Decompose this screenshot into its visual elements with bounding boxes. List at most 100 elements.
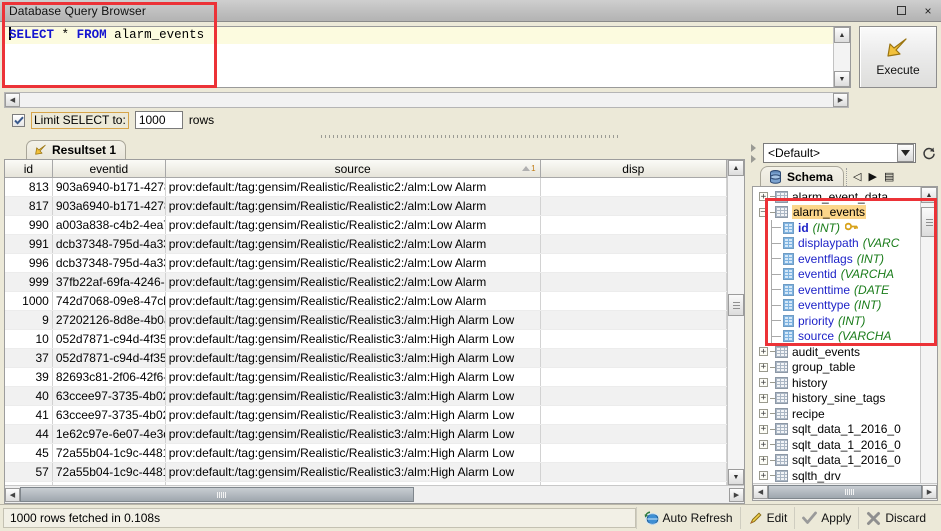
scroll-track[interactable] — [728, 316, 744, 469]
cell-eventid[interactable]: 903a6940-b171-4278-9f70-2aec1... — [52, 197, 165, 216]
cell-disp[interactable] — [540, 197, 726, 216]
list-icon[interactable]: ▤ — [884, 172, 894, 183]
cell-source[interactable]: prov:default:/tag:gensim/Realistic/Reali… — [165, 216, 540, 235]
table-row[interactable]: 4572a55b04-1c9c-4481-a7d7-80a4...prov:de… — [5, 444, 727, 463]
pane-collapse-arrows-icon[interactable] — [751, 143, 759, 163]
schema-tree-vertical-scrollbar[interactable]: ▲ ▼ — [920, 187, 937, 500]
expand-icon[interactable]: + — [759, 192, 768, 201]
cell-eventid[interactable]: 742d7068-09e8-47cb-b056-acd7f... — [52, 292, 165, 311]
cell-source[interactable]: prov:default:/tag:gensim/Realistic/Reali… — [165, 406, 540, 425]
scroll-up-icon[interactable]: ▲ — [834, 27, 850, 43]
back-arrow-icon[interactable]: ◁ — [853, 172, 861, 183]
table-row[interactable]: 4163ccee97-3735-4b02-9ac0-e9622...prov:d… — [5, 406, 727, 425]
schema-tree-horizontal-scrollbar[interactable]: ◀ ▶ — [753, 483, 937, 500]
expand-icon[interactable]: + — [759, 471, 768, 480]
cell-id[interactable]: 57 — [5, 463, 52, 482]
cell-id[interactable]: 39 — [5, 368, 52, 387]
tree-node-column[interactable]: displaypath(VARC — [753, 236, 920, 252]
tree-node-table[interactable]: +audit_events — [753, 344, 920, 360]
expand-icon[interactable]: + — [759, 425, 768, 434]
cell-id[interactable]: 37 — [5, 349, 52, 368]
table-row[interactable]: 817903a6940-b171-4278-9f70-2aec1...prov:… — [5, 197, 727, 216]
auto-refresh-button[interactable]: Auto Refresh — [636, 507, 740, 529]
cell-eventid[interactable]: 63ccee97-3735-4b02-9ac0-e9622... — [52, 406, 165, 425]
cell-source[interactable]: prov:default:/tag:gensim/Realistic/Reali… — [165, 463, 540, 482]
cell-eventid[interactable]: 63ccee97-3735-4b02-9ac0-e9622... — [52, 387, 165, 406]
tree-node-column[interactable]: eventtime(DATE — [753, 282, 920, 298]
refresh-icon[interactable] — [920, 143, 938, 163]
cell-eventid[interactable]: 27202126-8d8e-4b0a-ad8d-faa72... — [52, 311, 165, 330]
table-row[interactable]: 99937fb22af-69fa-4246-bfc4-f9ace26...pro… — [5, 273, 727, 292]
cell-disp[interactable] — [540, 273, 726, 292]
scroll-track[interactable] — [834, 43, 850, 71]
cell-id[interactable]: 1000 — [5, 292, 52, 311]
cell-eventid[interactable]: 052d7871-c94d-4f35-9ecd-38701... — [52, 330, 165, 349]
cell-source[interactable]: prov:default:/tag:gensim/Realistic/Reali… — [165, 349, 540, 368]
scroll-thumb[interactable] — [921, 207, 937, 237]
cell-eventid[interactable]: 052d7871-c94d-4f35-9ecd-38701... — [52, 349, 165, 368]
cell-disp[interactable] — [540, 292, 726, 311]
cell-source[interactable]: prov:default:/tag:gensim/Realistic/Reali… — [165, 444, 540, 463]
cell-eventid[interactable]: dcb37348-795d-4a33-9a87-97f36... — [52, 254, 165, 273]
split-pane-divider[interactable] — [0, 132, 941, 139]
scroll-up-icon[interactable]: ▲ — [921, 187, 937, 203]
table-row[interactable]: 3982693c81-2f06-42f6-806a-8072e...prov:d… — [5, 368, 727, 387]
tree-node-table[interactable]: +history — [753, 375, 920, 391]
cell-source[interactable]: prov:default:/tag:gensim/Realistic/Reali… — [165, 368, 540, 387]
tree-node-table[interactable]: +sqlt_data_1_2016_0 — [753, 453, 920, 469]
column-header-disp[interactable]: disp — [540, 160, 726, 178]
cell-eventid[interactable]: 903a6940-b171-4278-9f70-2aec1... — [52, 178, 165, 197]
scroll-down-icon[interactable]: ▼ — [834, 71, 850, 87]
cell-disp[interactable] — [540, 444, 726, 463]
cell-eventid[interactable]: 72a55b04-1c9c-4481-a7d7-80a4... — [52, 444, 165, 463]
cell-disp[interactable] — [540, 387, 726, 406]
cell-id[interactable]: 41 — [5, 406, 52, 425]
table-row[interactable]: 4063ccee97-3735-4b02-9ac0-e9622...prov:d… — [5, 387, 727, 406]
cell-source[interactable]: prov:default:/tag:gensim/Realistic/Reali… — [165, 425, 540, 444]
cell-eventid[interactable]: 1e62c97e-6e07-4e3d-a21e-7418... — [52, 425, 165, 444]
cell-disp[interactable] — [540, 368, 726, 387]
cell-disp[interactable] — [540, 216, 726, 235]
cell-disp[interactable] — [540, 406, 726, 425]
cell-disp[interactable] — [540, 254, 726, 273]
discard-button[interactable]: Discard — [858, 507, 933, 529]
column-header-source[interactable]: source 1 — [165, 160, 540, 178]
tree-node-column[interactable]: eventtype(INT) — [753, 298, 920, 314]
scroll-thumb-horizontal[interactable] — [20, 487, 414, 502]
scroll-left-icon[interactable]: ◀ — [5, 93, 20, 107]
tree-node-table[interactable]: +sqlt_data_1_2016_0 — [753, 437, 920, 453]
forward-arrow-icon[interactable]: ▶ — [869, 172, 877, 183]
cell-id[interactable]: 990 — [5, 216, 52, 235]
cell-disp[interactable] — [540, 178, 726, 197]
cell-source[interactable]: prov:default:/tag:gensim/Realistic/Reali… — [165, 311, 540, 330]
tree-node-column[interactable]: eventid(VARCHA — [753, 267, 920, 283]
tree-node-table[interactable]: +alarm_event_data — [753, 189, 920, 205]
cell-eventid[interactable]: 82693c81-2f06-42f6-806a-8072e... — [52, 368, 165, 387]
cell-source[interactable]: prov:default:/tag:gensim/Realistic/Reali… — [165, 387, 540, 406]
expand-icon[interactable]: + — [759, 409, 768, 418]
cell-disp[interactable] — [540, 349, 726, 368]
scroll-track[interactable] — [921, 237, 937, 484]
tree-node-column[interactable]: priority(INT) — [753, 313, 920, 329]
scroll-right-icon[interactable]: ▶ — [833, 93, 848, 107]
cell-id[interactable]: 9 — [5, 311, 52, 330]
expand-icon[interactable]: + — [759, 363, 768, 372]
resultset-horizontal-scrollbar[interactable]: ◀ ▶ — [5, 485, 744, 503]
table-row[interactable]: 10052d7871-c94d-4f35-9ecd-38701...prov:d… — [5, 330, 727, 349]
sql-editor-horizontal-scrollbar[interactable]: ◀ ▶ — [4, 92, 849, 108]
cell-eventid[interactable]: 72a55b04-1c9c-4481-a7d7-80a4... — [52, 463, 165, 482]
table-row[interactable]: 991dcb37348-795d-4a33-9a87-97f36...prov:… — [5, 235, 727, 254]
execute-button[interactable]: Execute — [859, 26, 937, 88]
sql-editor[interactable]: SELECT * FROM alarm_events ▲ ▼ — [4, 26, 851, 88]
tree-node-column[interactable]: source(VARCHA — [753, 329, 920, 345]
cell-disp[interactable] — [540, 463, 726, 482]
chevron-down-icon[interactable] — [897, 144, 914, 162]
scroll-left-icon[interactable]: ◀ — [753, 485, 768, 499]
scroll-right-icon[interactable]: ▶ — [922, 485, 937, 499]
sql-editor-text[interactable]: SELECT * FROM alarm_events — [5, 27, 833, 87]
table-row[interactable]: 1000742d7068-09e8-47cb-b056-acd7f...prov… — [5, 292, 727, 311]
cell-eventid[interactable]: a003a838-c4b2-4ea7-83b6-0566... — [52, 216, 165, 235]
cell-id[interactable]: 813 — [5, 178, 52, 197]
scroll-thumb[interactable] — [728, 294, 744, 316]
expand-icon[interactable]: + — [759, 347, 768, 356]
